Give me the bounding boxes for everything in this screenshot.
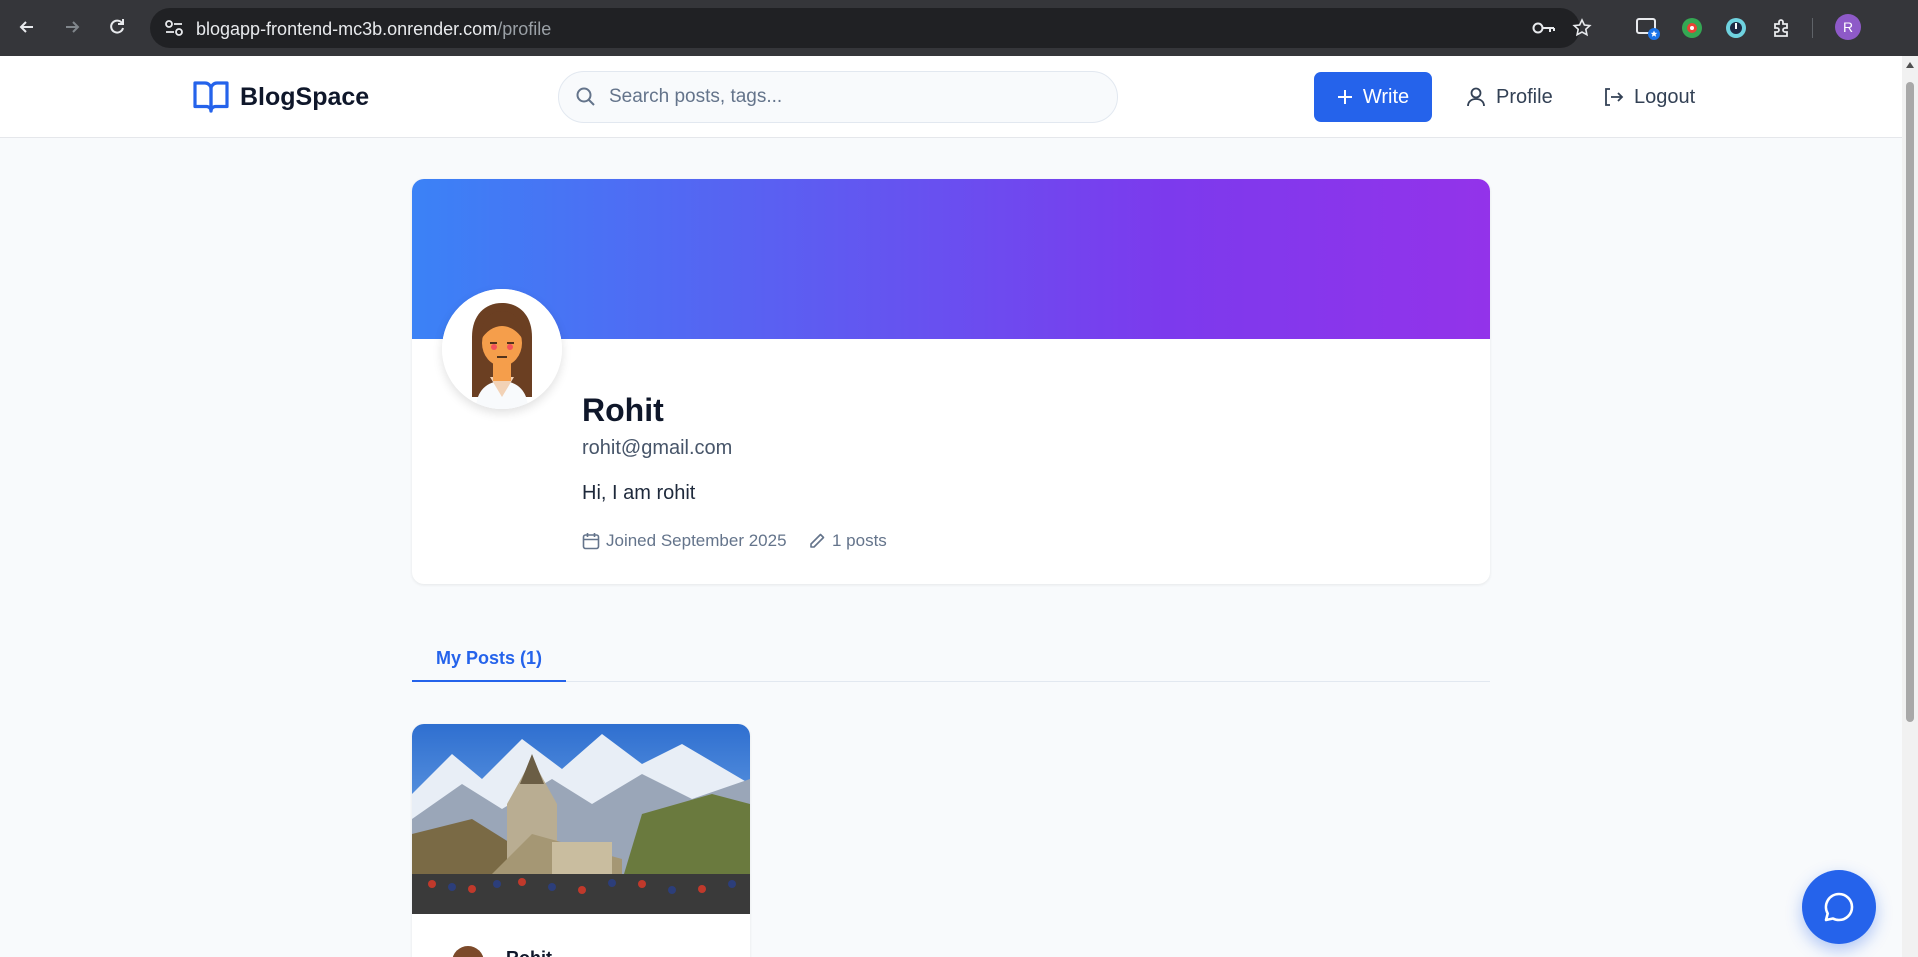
open-book-icon [193,81,229,113]
post-author-avatar [452,946,484,957]
profile-name: Rohit [582,392,664,428]
search-box [558,71,1118,123]
logout-icon [1605,88,1624,106]
browser-toolbar: blogapp-frontend-mc3b.onrender.com/profi… [0,0,1918,56]
logout-link-label: Logout [1634,85,1696,108]
profile-banner [412,179,1490,339]
profile-card: Rohit rohit@gmail.com Hi, I am rohit Joi… [412,179,1490,584]
post-author-name: Rohit [506,948,552,957]
address-bar[interactable]: blogapp-frontend-mc3b.onrender.com/profi… [150,8,1592,48]
calendar-icon [582,533,600,550]
post-count-label: 1 posts [832,531,887,550]
extension-timer-icon[interactable] [1722,14,1750,42]
avatar-illustration [442,289,562,409]
user-icon [1467,87,1485,107]
post-count: 1 posts [808,531,887,551]
extensions-puzzle-icon[interactable] [1768,14,1796,42]
chat-button[interactable] [1802,870,1876,944]
profile-tabs: My Posts (1) [412,636,1490,682]
browser-profile-avatar[interactable]: R [1835,14,1861,40]
page-scrollbar[interactable] [1902,56,1918,957]
chat-bubble-icon [1824,892,1854,922]
joined-date: Joined September 2025 [582,531,787,551]
forward-button[interactable] [58,13,86,41]
profile-bio: Hi, I am rohit [582,482,696,504]
search-icon [576,87,595,106]
post-cover-image [412,724,750,914]
forward-arrow-icon [66,21,80,33]
scroll-thumb[interactable] [1906,82,1914,722]
url-text: blogapp-frontend-mc3b.onrender.com/profi… [196,19,552,39]
profile-email: rohit@gmail.com [582,437,733,459]
brand-name: BlogSpace [240,82,370,111]
back-button[interactable] [13,13,41,41]
plus-icon [1337,90,1352,104]
reload-icon [110,19,124,34]
tab-my-posts[interactable]: My Posts (1) [412,636,566,682]
app-header: BlogSpace Write Profile Logout [0,56,1902,138]
profile-link-label: Profile [1496,85,1553,108]
post-card[interactable]: Rohit [412,724,750,957]
brand-logo[interactable]: BlogSpace [192,79,369,115]
password-key-icon[interactable] [1532,20,1556,36]
scroll-up-arrow[interactable] [1906,62,1914,68]
toolbar-divider [1812,18,1813,38]
extension-globe-icon[interactable] [1678,14,1706,42]
search-input[interactable] [609,72,1099,122]
logout-link[interactable]: Logout [1602,72,1695,122]
extension-tab-icon[interactable] [1634,14,1662,42]
write-button-label: Write [1362,85,1410,108]
joined-date-label: Joined September 2025 [606,531,787,550]
site-settings-icon[interactable] [164,19,184,37]
pencil-icon [810,533,825,548]
write-button[interactable]: Write [1314,72,1432,122]
profile-link[interactable]: Profile [1466,72,1553,122]
bookmark-star-icon[interactable] [1572,18,1592,38]
profile-avatar [442,289,562,409]
reload-button[interactable] [103,13,131,41]
back-arrow-icon [19,21,33,33]
